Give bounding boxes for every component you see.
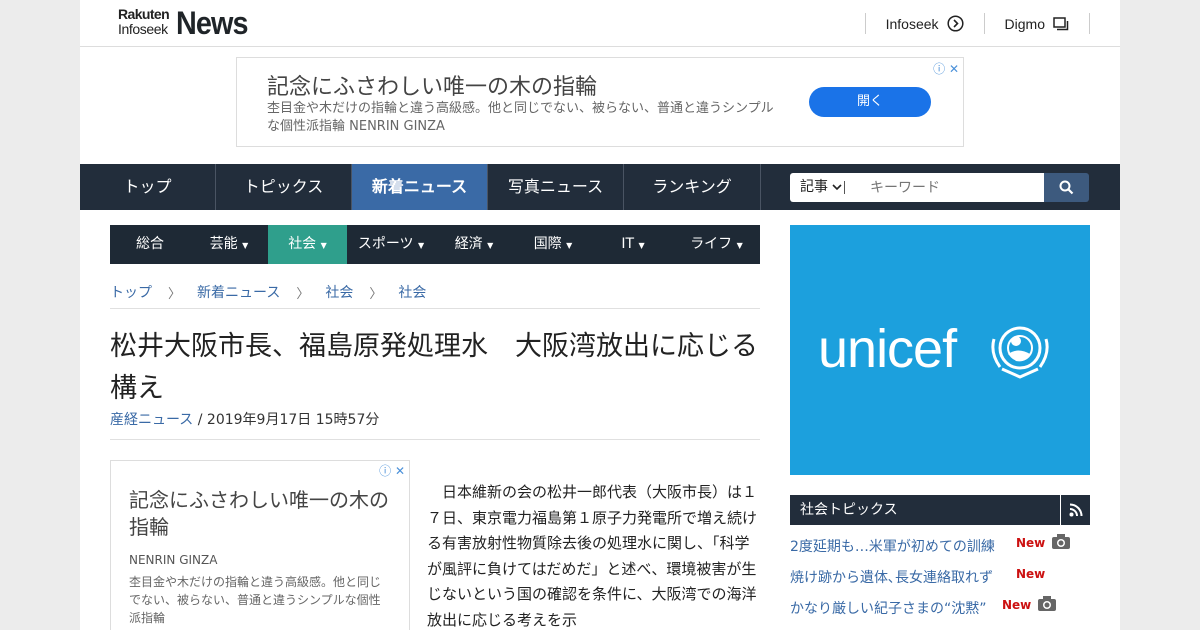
dropdown-caret-icon: ▼	[566, 241, 573, 250]
category-sports[interactable]: スポーツ ▼	[347, 225, 435, 264]
search-category-select[interactable]: 記事	[790, 173, 854, 202]
search-input[interactable]	[854, 173, 1044, 202]
new-badge: New	[1016, 567, 1046, 581]
category-label: ライフ	[690, 236, 733, 252]
ad-open-button[interactable]: 開く	[809, 87, 931, 117]
sidebar: unicef 社会トピックス 2度延期も…米軍が初めての訓練 New 焼け跡から…	[790, 225, 1090, 617]
category-label: IT	[621, 236, 635, 252]
article-date: / 2019年9月17日 15時57分	[193, 412, 380, 428]
topic-title[interactable]: 焼け跡から遺体､長女連絡取れず	[790, 570, 993, 586]
dropdown-caret-icon: ▼	[418, 241, 425, 250]
topic-item[interactable]: かなり厳しい紀子さまの“沈黙” New	[790, 596, 1090, 618]
new-badge: New	[1002, 598, 1032, 612]
breadcrumb-society[interactable]: 社会	[325, 282, 353, 302]
dropdown-caret-icon: ▼	[242, 241, 249, 250]
unicef-emblem-icon	[991, 326, 1049, 379]
camera-icon	[1038, 596, 1056, 611]
search-button[interactable]	[1044, 173, 1089, 202]
page: Rakuten Infoseek News Infoseek Digmo 記念に…	[80, 0, 1120, 630]
tab-ranking[interactable]: ランキング	[624, 164, 761, 210]
topic-title[interactable]: 2度延期も…米軍が初めての訓練	[790, 539, 995, 555]
article-title: 松井大阪市長、福島原発処理水 大阪湾放出に応じる構え	[110, 331, 758, 404]
category-general[interactable]: 総合	[110, 225, 190, 264]
search-category-label: 記事	[800, 179, 828, 195]
header-links: Infoseek Digmo	[864, 13, 1090, 34]
category-it[interactable]: IT ▼	[593, 225, 673, 264]
category-label: スポーツ	[357, 236, 414, 252]
inline-ad-title[interactable]: 記念にふさわしい唯一の木の指輪	[129, 487, 389, 541]
arrow-circle-icon	[946, 15, 964, 32]
new-badge: New	[1016, 536, 1046, 550]
tab-topics[interactable]: トピックス	[216, 164, 352, 210]
divider	[110, 308, 760, 309]
category-economy[interactable]: 経済 ▼	[435, 225, 513, 264]
tab-photo-news[interactable]: 写真ニュース	[488, 164, 624, 210]
topic-item[interactable]: 2度延期も…米軍が初めての訓練 New	[790, 534, 1090, 556]
topic-item[interactable]: 焼け跡から遺体､長女連絡取れず New	[790, 567, 1090, 587]
society-topics-header: 社会トピックス	[790, 495, 1090, 525]
divider	[110, 439, 760, 440]
chevron-down-icon	[832, 183, 843, 190]
category-label: 経済	[454, 236, 483, 252]
dropdown-caret-icon: ▼	[320, 241, 327, 250]
topics-heading: 社会トピックス	[800, 502, 898, 518]
main-nav: トップ トピックス 新着ニュース 写真ニュース ランキング 記事	[80, 164, 1120, 210]
site-header: Rakuten Infoseek News Infoseek Digmo	[80, 0, 1120, 47]
ad-info-icon[interactable]: ⓘ ✕	[933, 60, 959, 77]
article-source-link[interactable]: 産経ニュース	[110, 412, 193, 428]
tab-latest-news[interactable]: 新着ニュース	[352, 164, 488, 210]
topic-title[interactable]: かなり厳しい紀子さまの“沈黙”	[790, 601, 987, 617]
article-body: 日本維新の会の松井一郎代表（大阪市長）は１７日、東京電力福島第１原子力発電所で増…	[427, 483, 758, 629]
search-icon	[1059, 180, 1074, 195]
article-meta: 産経ニュース / 2019年9月17日 15時57分	[110, 409, 379, 429]
tab-top[interactable]: トップ	[80, 164, 216, 210]
logo-rakuten-text: Rakuten	[118, 6, 170, 22]
header-divider	[1089, 13, 1090, 34]
breadcrumb-society-sub[interactable]: 社会	[398, 282, 426, 302]
dropdown-caret-icon: ▼	[638, 241, 645, 250]
breadcrumb-top[interactable]: トップ	[110, 282, 152, 302]
breadcrumb-separator-icon: 〉	[168, 286, 182, 302]
category-label: 芸能	[209, 236, 238, 252]
digmo-link-label: Digmo	[1004, 15, 1045, 32]
ad-description: 杢目金や木だけの指輪と違う高級感。他と同じでない、被らない、普通と違うシンプルな…	[267, 101, 774, 134]
category-international[interactable]: 国際 ▼	[513, 225, 593, 264]
category-entertainment[interactable]: 芸能 ▼	[190, 225, 268, 264]
category-label: 国際	[533, 236, 562, 252]
category-life[interactable]: ライフ ▼	[673, 225, 760, 264]
infoseek-link[interactable]: Infoseek	[864, 13, 984, 34]
breadcrumb-separator-icon: 〉	[369, 286, 383, 302]
category-nav: 総合 芸能 ▼ 社会 ▼ スポーツ ▼ 経済 ▼ 国際 ▼ IT ▼ ライフ ▼	[110, 225, 760, 264]
top-banner-ad[interactable]: 記念にふさわしい唯一の木の指輪 杢目金や木だけの指輪と違う高級感。他と同じでない…	[236, 57, 964, 147]
unicef-logo-text: unicef	[818, 319, 957, 379]
digmo-link[interactable]: Digmo	[983, 13, 1089, 34]
inline-ad-brand: NENRIN GINZA	[129, 553, 218, 567]
breadcrumb-separator-icon: 〉	[296, 286, 310, 302]
inline-ad-description: 杢目金や木だけの指輪と違う高級感。他と同じでない、被らない、普通と違うシンプルな…	[129, 575, 382, 625]
infoseek-link-label: Infoseek	[885, 15, 939, 32]
logo-news-text: News	[176, 5, 249, 41]
window-icon	[1053, 16, 1069, 30]
dropdown-caret-icon: ▼	[487, 241, 494, 250]
category-label: 社会	[288, 236, 317, 252]
category-label: 総合	[136, 236, 164, 252]
inline-ad[interactable]: 記念にふさわしい唯一の木の指輪 NENRIN GINZA 杢目金や木だけの指輪と…	[110, 460, 410, 630]
camera-icon	[1052, 534, 1070, 549]
breadcrumb-latest-news[interactable]: 新着ニュース	[197, 282, 280, 302]
unicef-ad[interactable]: unicef	[790, 225, 1090, 475]
breadcrumb: トップ 〉 新着ニュース 〉 社会 〉 社会	[110, 282, 426, 302]
dropdown-caret-icon: ▼	[736, 241, 743, 250]
search-bar: 記事	[790, 173, 1090, 202]
rss-icon[interactable]	[1060, 495, 1090, 525]
ad-info-icon[interactable]: ⓘ ✕	[379, 462, 405, 479]
ad-title[interactable]: 記念にふさわしい唯一の木の指輪	[267, 69, 597, 101]
logo-infoseek-text: Infoseek	[118, 21, 168, 37]
category-society[interactable]: 社会 ▼	[268, 225, 347, 264]
